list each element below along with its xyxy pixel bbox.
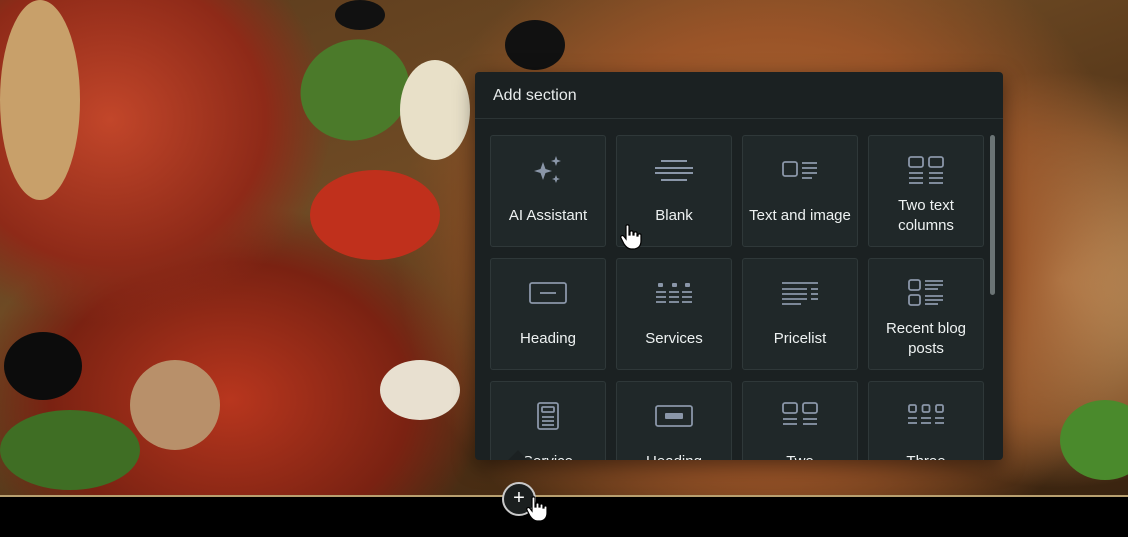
tile-label: Recent blog posts — [885, 320, 967, 357]
hand-cursor-icon — [620, 224, 642, 250]
hand-cursor-icon — [526, 496, 548, 522]
tile-label: Service — [496, 442, 600, 460]
basil-decoration — [1060, 400, 1128, 480]
tile-text-and-image[interactable]: Text and image — [742, 135, 858, 247]
tile-label: Services — [645, 330, 703, 347]
tile-three[interactable]: Three — [868, 381, 984, 460]
blank-lines-icon — [655, 154, 693, 186]
tile-two[interactable]: Two — [742, 381, 858, 460]
tile-heading-image[interactable]: Heading — [616, 381, 732, 460]
tile-label: AI Assistant — [508, 207, 588, 224]
basil-decoration — [0, 410, 140, 490]
tile-services[interactable]: Services — [616, 258, 732, 370]
section-grid: AI Assistant Blank Text and image Two te… — [490, 135, 986, 460]
crust-decoration — [0, 0, 80, 200]
mushroom-decoration — [130, 360, 220, 450]
heading-image-icon — [655, 400, 693, 432]
panel-title: Add section — [475, 72, 1003, 119]
services-icon — [655, 277, 693, 309]
tile-label: Heading — [520, 330, 576, 347]
tile-recent-blog-posts[interactable]: Recent blog posts — [868, 258, 984, 370]
scrollbar-thumb[interactable] — [990, 135, 995, 295]
cheese-decoration — [380, 360, 460, 420]
three-columns-icon — [907, 400, 945, 432]
blog-posts-icon — [908, 277, 944, 309]
olive-decoration — [4, 332, 82, 400]
tile-service[interactable]: Service — [490, 381, 606, 460]
olive-decoration — [335, 0, 385, 30]
tile-pricelist[interactable]: Pricelist — [742, 258, 858, 370]
sparkles-icon — [531, 154, 565, 186]
tile-two-text-columns[interactable]: Two text columns — [868, 135, 984, 247]
tomato-decoration — [310, 170, 440, 260]
bottom-bar — [0, 495, 1128, 537]
tile-label: Two — [748, 442, 852, 460]
tile-label: Text and image — [749, 207, 851, 224]
tile-ai-assistant[interactable]: AI Assistant — [490, 135, 606, 247]
add-section-panel: Add section AI Assistant Blank Text and … — [475, 72, 1003, 460]
heading-icon — [529, 277, 567, 309]
mushroom-decoration — [400, 60, 470, 160]
tile-heading[interactable]: Heading — [490, 258, 606, 370]
tile-label: Pricelist — [773, 330, 827, 347]
two-image-columns-icon — [782, 400, 818, 432]
two-columns-icon — [908, 154, 944, 186]
tile-label: Two text columns — [898, 197, 954, 234]
text-image-icon — [782, 154, 818, 186]
panel-scrollbar[interactable] — [990, 135, 995, 445]
tile-label: Heading — [622, 442, 726, 460]
tile-label: Three — [874, 442, 978, 460]
olive-decoration — [505, 20, 565, 70]
pricelist-icon — [781, 277, 819, 309]
service-icon — [536, 400, 560, 432]
